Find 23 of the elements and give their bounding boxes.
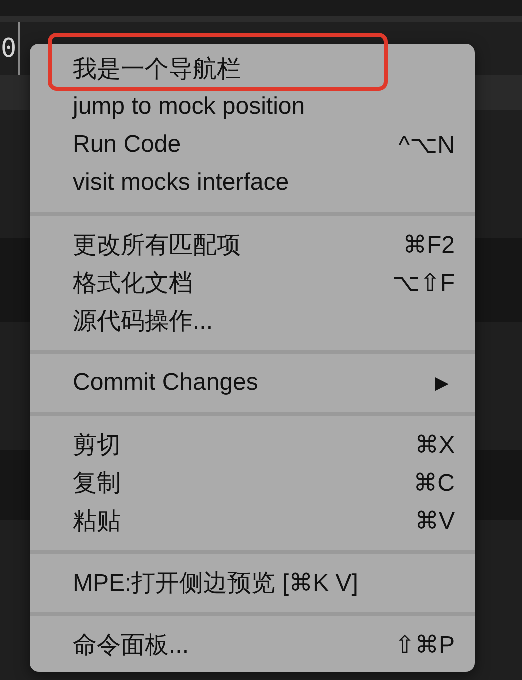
shortcut-text: ⌥⇧F [392, 268, 455, 298]
shortcut-text: ⇧⌘P [394, 630, 455, 660]
text-cursor [18, 22, 20, 75]
menu-item[interactable]: 剪切 [73, 429, 121, 461]
menu-item[interactable]: Run Code [73, 131, 182, 159]
menu-item[interactable]: MPE:打开侧边预览 [⌘K V] [73, 567, 358, 599]
menu-item[interactable]: 更改所有匹配项 [73, 229, 241, 261]
menu-item[interactable]: 粘贴 [73, 505, 121, 537]
menu-item[interactable]: 格式化文档 [73, 267, 193, 299]
menu-item[interactable]: visit mocks interface [73, 169, 290, 197]
menu-item[interactable]: 我是一个导航栏 [73, 53, 241, 85]
shortcut-text: ⌘F2 [402, 230, 455, 260]
menu-item[interactable]: 命令面板... [73, 629, 190, 661]
menu-item[interactable]: 复制 [73, 467, 121, 499]
menu-item[interactable]: jump to mock position [73, 93, 306, 121]
shortcut-text: ⌘C [414, 468, 455, 498]
shortcut-text: ^⌥N [398, 130, 455, 160]
code-text: 0 [0, 34, 17, 64]
menu-item[interactable]: 源代码操作... [73, 305, 214, 337]
shortcut-text: ⌘V [414, 506, 455, 536]
shortcut-text: ⌘X [414, 430, 455, 460]
menu-item[interactable]: Commit Changes [73, 369, 258, 397]
submenu-arrow: ▶ [435, 372, 450, 394]
